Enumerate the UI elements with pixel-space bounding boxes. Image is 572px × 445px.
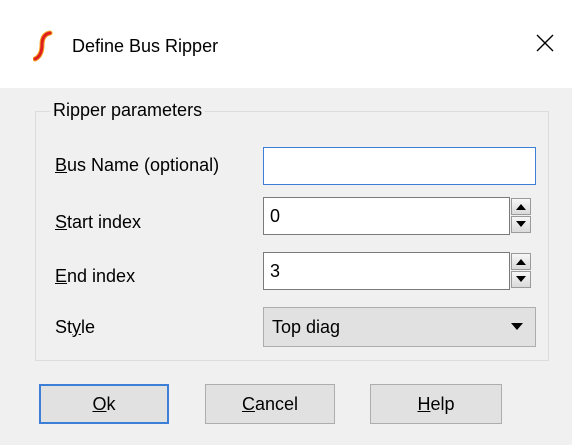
arrow-down-icon (516, 221, 526, 227)
start-index-label: Start index (55, 210, 141, 234)
cancel-button-label: Cancel (242, 385, 298, 423)
end-index-label: End index (55, 264, 135, 288)
bus-name-mnemonic: B (55, 155, 68, 175)
simetrix-logo-icon (32, 30, 53, 62)
bus-name-input[interactable] (263, 147, 536, 185)
close-button[interactable] (514, 20, 572, 68)
end-index-spinner (511, 252, 533, 290)
help-mnemonic: H (417, 394, 431, 414)
style-mnemonic: y (72, 317, 82, 337)
title-bar[interactable]: Define Bus Ripper (0, 0, 572, 88)
ok-label-text: k (106, 394, 116, 414)
end-index-label-text: nd index (67, 266, 136, 286)
window-title: Define Bus Ripper (72, 36, 219, 56)
style-label-text: le (81, 317, 96, 337)
arrow-up-icon (516, 259, 526, 265)
group-legend: Ripper parameters (50, 99, 206, 121)
end-index-decrement-button[interactable] (511, 271, 531, 288)
arrow-down-icon (516, 276, 526, 282)
style-label-prefix: St (55, 317, 73, 337)
style-selected-value: Top diag (272, 317, 341, 337)
start-index-spinner (511, 197, 533, 235)
start-index-label-text: tart index (67, 212, 142, 232)
cancel-button[interactable]: Cancel (205, 384, 335, 424)
ok-button-label: Ok (92, 386, 115, 422)
start-index-increment-button[interactable] (511, 198, 531, 215)
help-button[interactable]: Help (370, 384, 502, 424)
bus-name-label-text: us Name (optional) (67, 155, 220, 175)
start-index-mnemonic: S (55, 212, 68, 232)
cancel-label-text: ancel (254, 394, 299, 414)
help-label-text: elp (430, 394, 455, 414)
start-index-input[interactable] (263, 197, 510, 235)
ok-mnemonic: O (92, 394, 107, 414)
end-index-input[interactable] (263, 252, 510, 290)
end-index-mnemonic: E (55, 266, 68, 286)
end-index-increment-button[interactable] (511, 253, 531, 270)
help-button-label: Help (417, 385, 454, 423)
start-index-decrement-button[interactable] (511, 216, 531, 233)
chevron-down-icon (511, 323, 523, 330)
ok-button[interactable]: Ok (39, 384, 169, 424)
close-icon (536, 34, 554, 52)
arrow-up-icon (516, 204, 526, 210)
cancel-mnemonic: C (241, 394, 255, 414)
bus-name-label: Bus Name (optional) (55, 153, 219, 177)
style-dropdown[interactable]: Top diag (263, 307, 536, 347)
style-label: Style (55, 315, 95, 339)
define-bus-ripper-dialog: Define Bus Ripper Ripper parameters Bus … (0, 0, 572, 445)
